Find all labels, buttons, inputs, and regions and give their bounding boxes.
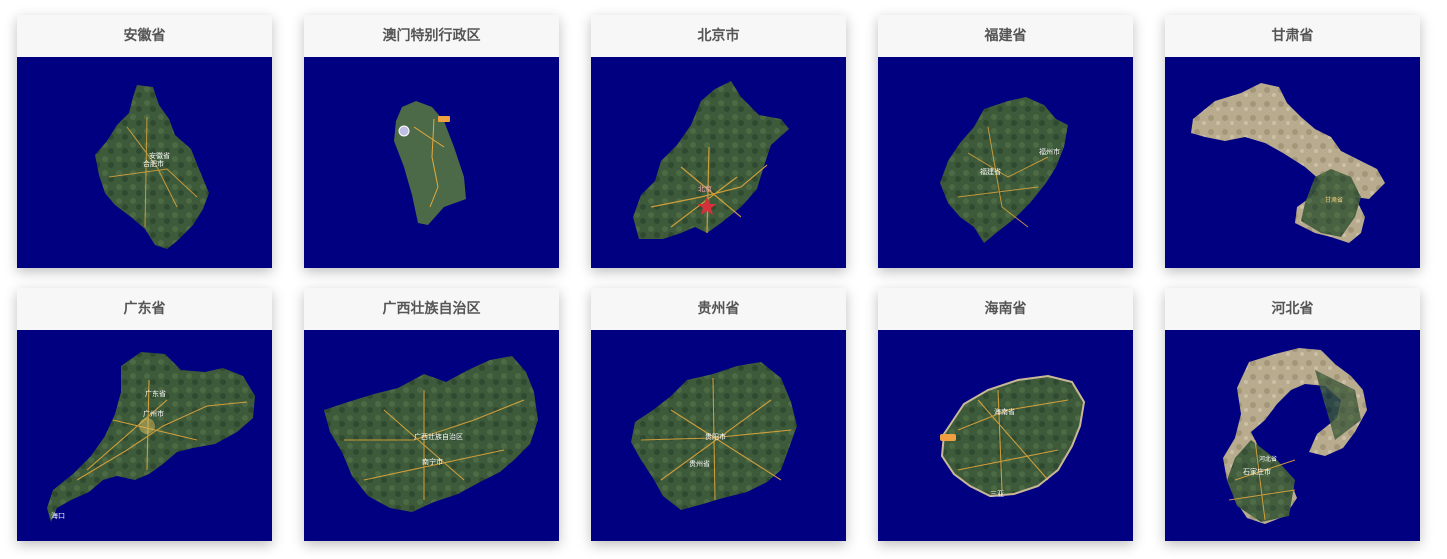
card-title: 广东省 [17, 288, 272, 330]
card-title: 甘肃省 [1165, 15, 1420, 57]
province-shape: 安徽省 合肥市 [95, 85, 209, 249]
satellite-map-guangdong: 广东省 广州市 海口 [17, 330, 272, 541]
card-title: 广西壮族自治区 [304, 288, 559, 330]
map-label: 贵阳市 [705, 432, 726, 441]
card-title: 福建省 [878, 15, 1133, 57]
map-label: 安徽省 [149, 151, 170, 160]
satellite-map-beijing: 北京 [591, 57, 846, 268]
satellite-map-guizhou: 贵阳市 贵州省 [591, 330, 846, 541]
map-label: 石家庄市 [1243, 467, 1271, 476]
map-label: 福建省 [980, 167, 1001, 176]
province-card-guangdong[interactable]: 广东省 广东省 广州市 海口 [17, 288, 272, 541]
province-card-anhui[interactable]: 安徽省 安徽省 合肥市 [17, 15, 272, 268]
map-label: 福州市 [1039, 147, 1060, 156]
map-label: 海口 [51, 511, 65, 520]
satellite-map-guangxi: 广西壮族自治区 南宁市 [304, 330, 559, 541]
province-shape: 甘肃省 [1191, 83, 1385, 243]
map-label: 贵州省 [689, 459, 710, 468]
map-label: 广西壮族自治区 [414, 432, 463, 441]
satellite-map-gansu: 甘肃省 [1165, 57, 1420, 268]
card-title: 澳门特别行政区 [304, 15, 559, 57]
satellite-map-anhui: 安徽省 合肥市 [17, 57, 272, 268]
province-shape: 海南省 三亚 [940, 374, 1086, 498]
card-title: 海南省 [878, 288, 1133, 330]
map-label: 北京 [698, 184, 712, 193]
satellite-map-hainan: 海南省 三亚 [878, 330, 1133, 541]
province-card-grid: 安徽省 安徽省 合肥市 澳门特别行政区 北京市 北京 福建省 福州市 福建省 甘… [17, 15, 1420, 541]
province-shape: 北京 [633, 81, 789, 239]
card-title: 安徽省 [17, 15, 272, 57]
province-card-beijing[interactable]: 北京市 北京 [591, 15, 846, 268]
map-label: 广州市 [143, 409, 164, 418]
map-label: 南宁市 [422, 457, 443, 466]
map-label: 河北省 [1259, 455, 1277, 463]
map-label: 合肥市 [143, 159, 164, 168]
satellite-map-macau [304, 57, 559, 268]
card-title: 贵州省 [591, 288, 846, 330]
province-card-guangxi[interactable]: 广西壮族自治区 广西壮族自治区 南宁市 [304, 288, 559, 541]
map-label: 三亚 [990, 490, 1004, 498]
map-label: 广东省 [145, 389, 166, 398]
province-card-hebei[interactable]: 河北省 河北省 石家庄市 [1165, 288, 1420, 541]
province-card-hainan[interactable]: 海南省 海南省 三亚 [878, 288, 1133, 541]
satellite-map-hebei: 河北省 石家庄市 [1165, 330, 1420, 541]
province-shape: 广西壮族自治区 南宁市 [324, 356, 538, 512]
card-title: 北京市 [591, 15, 846, 57]
map-label: 甘肃省 [1325, 196, 1343, 204]
province-shape [394, 101, 466, 225]
card-title: 河北省 [1165, 288, 1420, 330]
province-card-gansu[interactable]: 甘肃省 甘肃省 [1165, 15, 1420, 268]
province-card-macau[interactable]: 澳门特别行政区 [304, 15, 559, 268]
province-shape: 广东省 广州市 海口 [47, 352, 255, 522]
province-card-guizhou[interactable]: 贵州省 贵阳市 贵州省 [591, 288, 846, 541]
map-label: 海南省 [994, 407, 1015, 416]
satellite-map-fujian: 福州市 福建省 [878, 57, 1133, 268]
province-card-fujian[interactable]: 福建省 福州市 福建省 [878, 15, 1133, 268]
province-shape: 河北省 石家庄市 [1223, 348, 1367, 524]
province-shape: 福州市 福建省 [940, 97, 1068, 243]
province-shape: 贵阳市 贵州省 [631, 362, 797, 510]
